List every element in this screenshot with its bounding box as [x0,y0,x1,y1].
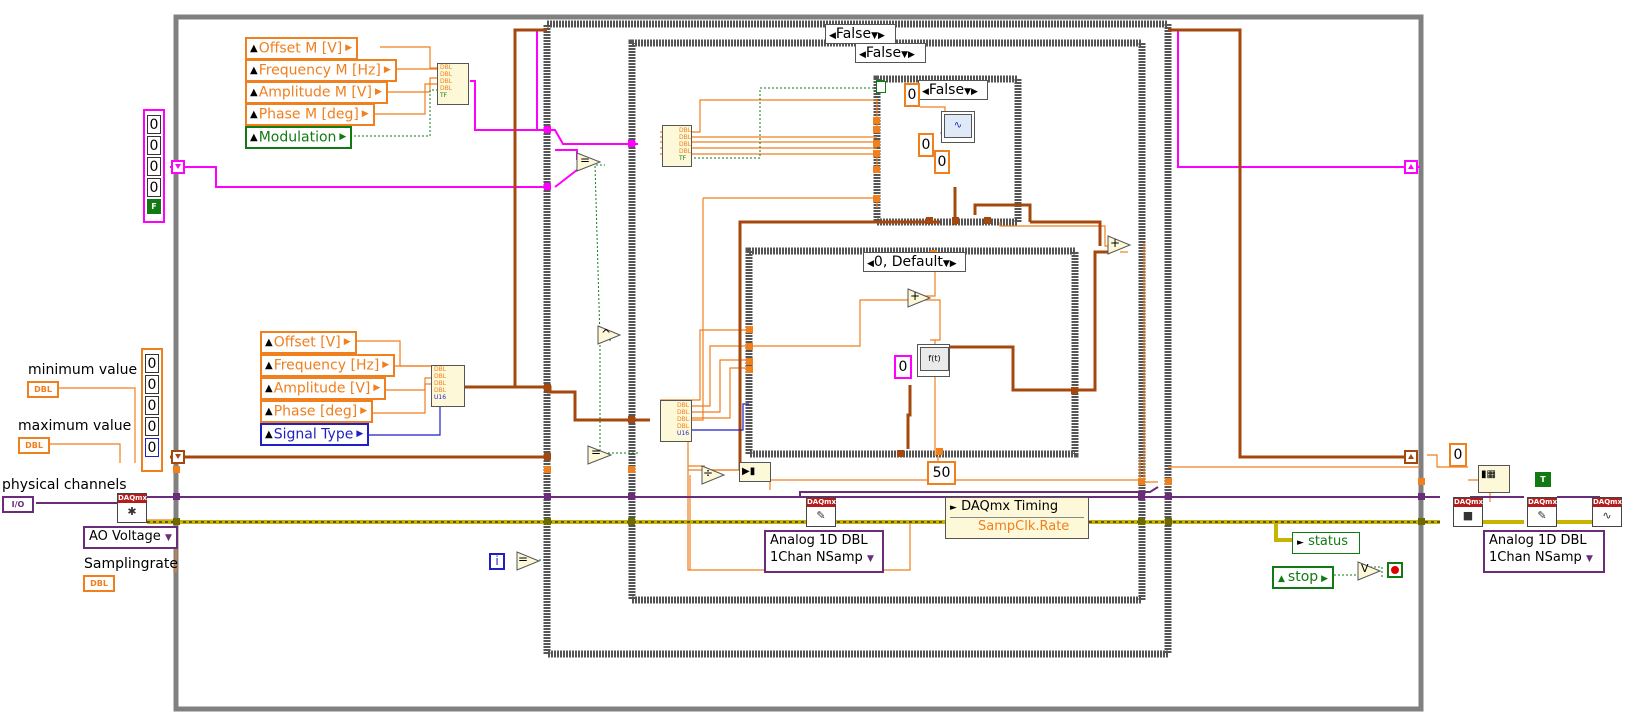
array-cell[interactable]: 0 [145,375,159,394]
timing-property: SampClk.Rate [978,519,1070,534]
channel-icon: ✱ [127,505,137,518]
waveform-icon: ∿ [944,114,972,138]
array-cell[interactable]: 0 [145,396,159,415]
minimum-value-label: minimum value [28,362,138,378]
outer-case-selector[interactable]: ◀False▼▶ [825,24,896,44]
daqmx-write-final[interactable]: DAQmx ✎ [1527,497,1557,527]
bundle-node-signal[interactable]: DBL DBL DBL DBL U16 [431,365,465,407]
signal-case-selector[interactable]: ◀0, Default▼▶ [863,252,966,272]
function-icon: f(t) [920,347,949,371]
frequency-m-control[interactable]: ▲Frequency M [Hz] ▶ [245,59,397,82]
physical-channels-terminal[interactable]: I/O [2,496,34,513]
modulation-control[interactable]: ▲Modulation ▶ [245,126,353,149]
unbundle-node-m[interactable]: DBL DBL DBL DBL TF [662,125,692,167]
phase-control[interactable]: ▲Phase [deg] ▶ [260,400,374,423]
zero-constant-1[interactable]: 0 [918,133,934,157]
offset-m-control[interactable]: ▲Offset M [V] ▶ [245,37,359,60]
divide-symbol: ÷ [703,466,714,480]
daqmx-timing-node[interactable]: ► DAQmx Timing SampClk.Rate [945,497,1089,539]
daqmx-write-in-loop[interactable]: DAQmx ✎ [806,497,836,527]
zero-constant-2[interactable]: 0 [934,150,950,174]
array-cell[interactable]: 0 [147,178,161,197]
array-cell[interactable]: 0 [145,354,159,373]
daqmx-clear-task[interactable]: DAQmx ∿ [1592,497,1622,527]
boolean-wires [346,87,1383,578]
replace-array-node[interactable]: ▮▦ [1478,465,1510,493]
equal-symbol-1: = [580,153,591,167]
pencil-icon: ✎ [816,509,826,522]
build-array-node[interactable]: ▶▮ [739,462,771,482]
iteration-terminal: i [489,553,505,570]
orange-array-constant[interactable]: 0 0 0 0 0 [141,348,163,472]
array-cell[interactable]: 0 [145,438,159,457]
array-cell[interactable]: 0 [147,115,161,134]
stop-control[interactable]: ▲ stop ▶ [1272,566,1335,589]
false-constant[interactable]: F [147,199,161,214]
equal-symbol-3: = [518,552,529,566]
status-unbundle[interactable]: ► status [1292,532,1360,554]
ao-voltage-selector[interactable]: AO Voltage ▼ [83,526,178,549]
array-cell[interactable]: 0 [147,136,161,155]
array-cell[interactable]: 0 [147,157,161,176]
zero-constant-inner-case[interactable]: 0 [904,83,920,107]
middle-case-selector[interactable]: ◀False▼▶ [855,43,926,63]
daqmx-start-task[interactable]: DAQmx ■ [1453,497,1483,527]
inner-case-selector[interactable]: ◀False▼▶ [918,80,988,100]
boolean-indicator-small [876,81,886,93]
fifty-constant[interactable]: 50 [927,461,956,485]
bundle-node-m[interactable]: DBL DBL DBL DBL TF [437,63,469,105]
array-cell[interactable]: 0 [145,417,159,436]
write-mode-selector-final[interactable]: Analog 1D DBL 1Chan NSamp ▼ [1483,530,1605,573]
unbundle-node-signal[interactable]: DBL DBL DBL DBL U16 [660,400,692,442]
zero-constant-signal[interactable]: 0 [894,355,912,379]
pencil-icon: ✎ [1537,509,1547,522]
samplingrate-label: Samplingrate [84,556,178,572]
samplingrate-terminal[interactable]: DBL [83,575,115,592]
signal-type-control[interactable]: ▲Signal Type ▶ [260,423,370,446]
and-symbol: ^ [601,327,612,341]
amplitude-m-control[interactable]: ▲Amplitude M [V] ▶ [245,81,388,104]
plus-symbol-1: + [910,289,921,303]
physical-channels-label: physical channels [2,477,127,493]
zero-constant-right[interactable]: 0 [1449,443,1467,467]
amplitude-control[interactable]: ▲Amplitude [V] ▶ [260,377,387,400]
or-symbol: V [1361,562,1369,575]
basic-function-generator[interactable]: f(t) [917,344,950,377]
plus-symbol-2: + [1110,236,1121,250]
modulation-vi[interactable]: ∿ [941,111,975,143]
timing-title: DAQmx Timing [961,499,1059,514]
true-constant[interactable]: T [1535,472,1551,487]
signal-case-structure[interactable] [745,247,1079,458]
maximum-value-label: maximum value [18,418,132,434]
offset-control[interactable]: ▲Offset [V] ▶ [260,331,357,354]
write-mode-selector-loop[interactable]: Analog 1D DBL 1Chan NSamp ▼ [764,530,884,573]
maximum-value-terminal[interactable]: DBL [18,437,50,454]
frequency-control[interactable]: ▲Frequency [Hz] ▶ [260,354,396,377]
equal-symbol-2: = [591,445,602,459]
eraser-icon: ∿ [1602,509,1612,522]
status-label: status [1308,534,1349,549]
pink-array-constant[interactable]: 0 0 0 0 F [143,109,165,223]
daqmx-create-channel[interactable]: DAQmx ✱ [117,493,147,523]
phase-m-control[interactable]: ▲Phase M [deg] ▶ [245,103,375,126]
start-icon: ■ [1462,509,1474,522]
minimum-value-terminal[interactable]: DBL [27,381,59,398]
